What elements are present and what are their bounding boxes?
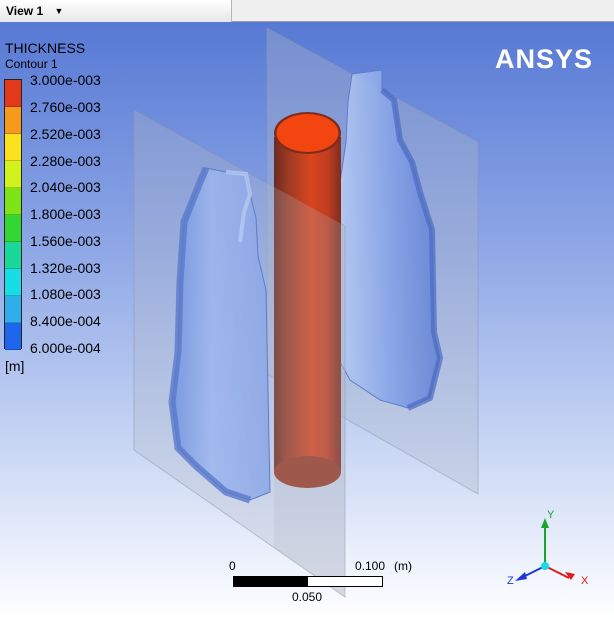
view-tabbar: View 1 ▼	[0, 0, 614, 22]
axis-triad[interactable]: Y X Z	[505, 508, 595, 588]
cylinder-top-inner	[276, 114, 339, 152]
legend-label: 2.280e-003	[30, 153, 101, 169]
legend-label: 2.520e-003	[30, 126, 101, 142]
legend-title: THICKNESS	[5, 40, 86, 56]
legend-label: 8.400e-004	[30, 313, 101, 329]
legend-swatch	[5, 269, 21, 296]
z-axis-label: Z	[507, 575, 514, 587]
plane-overlay	[274, 187, 345, 597]
legend-label: 1.560e-003	[30, 233, 101, 249]
tab-view-1[interactable]: View 1 ▼	[0, 0, 232, 22]
legend-label: 2.760e-003	[30, 99, 101, 115]
legend-swatch	[5, 80, 21, 107]
chevron-down-icon[interactable]: ▼	[54, 0, 63, 22]
legend-label: 3.000e-003	[30, 72, 101, 88]
legend-label: 1.800e-003	[30, 206, 101, 222]
legend-swatch	[5, 215, 21, 242]
legend-swatch	[5, 188, 21, 215]
legend-subtitle: Contour 1	[5, 57, 58, 71]
y-axis-label: Y	[547, 509, 555, 521]
legend-color-bar[interactable]	[4, 79, 22, 350]
scale-min-label: 0	[229, 559, 236, 573]
x-axis-label: X	[581, 575, 589, 587]
legend-unit: [m]	[5, 358, 25, 374]
ruler-scale-bar	[233, 576, 383, 587]
scale-mid-label: 0.050	[292, 590, 323, 604]
legend-swatch	[5, 242, 21, 269]
z-axis-arrow	[515, 572, 527, 581]
graphics-window: View 1 ▼ THICKNESS Contour 1 3.000e-003 …	[0, 0, 614, 619]
legend-label: 6.000e-004	[30, 340, 101, 356]
legend-swatch	[5, 134, 21, 161]
tab-label: View 1	[6, 4, 44, 18]
triad-origin	[541, 562, 549, 570]
legend-label: 2.040e-003	[30, 179, 101, 195]
legend-label: 1.320e-003	[30, 260, 101, 276]
legend-swatch	[5, 161, 21, 188]
x-axis-line	[544, 565, 570, 579]
scale-unit-label: (m)	[394, 559, 412, 573]
3d-viewport[interactable]: THICKNESS Contour 1 3.000e-003 2.760e-00…	[0, 22, 614, 619]
legend-label: 1.080e-003	[30, 286, 101, 302]
legend-swatch	[5, 107, 21, 134]
legend-swatch	[5, 296, 21, 323]
ruler-scale-fill	[234, 577, 308, 586]
legend-swatch	[5, 323, 21, 350]
scale-max-label: 0.100	[355, 559, 386, 573]
ansys-logo: ANSYS	[494, 44, 593, 74]
